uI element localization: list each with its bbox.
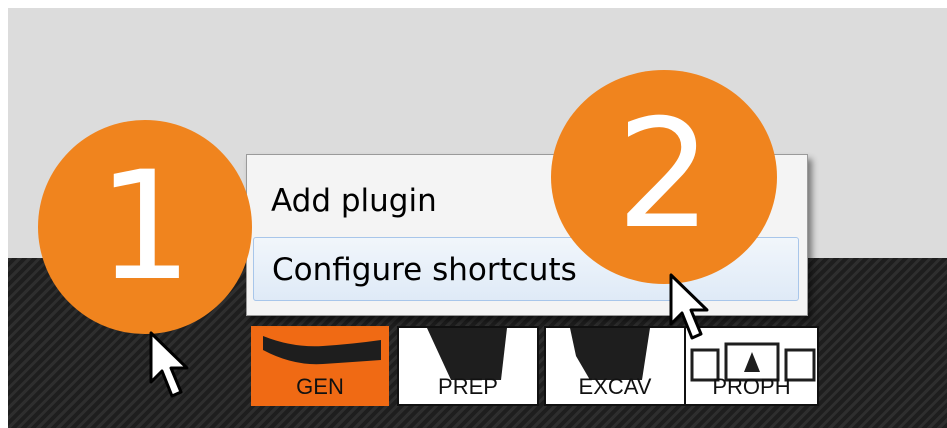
screenshot-frame: GEN PREP EXCAV PROPH Add plugin Configur… xyxy=(8,8,947,428)
mouse-pointer-icon xyxy=(149,331,189,398)
excav-button-label: EXCAV xyxy=(578,374,652,399)
prep-button-label: PREP xyxy=(438,374,498,399)
proph-button-label: PROPH xyxy=(712,374,791,399)
callout-badge-1: 1 xyxy=(38,120,252,334)
gen-button-label: GEN xyxy=(296,374,344,399)
mouse-pointer-icon xyxy=(669,273,709,340)
excav-mode-button[interactable]: EXCAV xyxy=(544,326,686,406)
prep-mode-button[interactable]: PREP xyxy=(397,326,539,406)
callout-badge-2: 2 xyxy=(551,70,777,284)
gen-mode-button[interactable]: GEN xyxy=(251,326,389,406)
